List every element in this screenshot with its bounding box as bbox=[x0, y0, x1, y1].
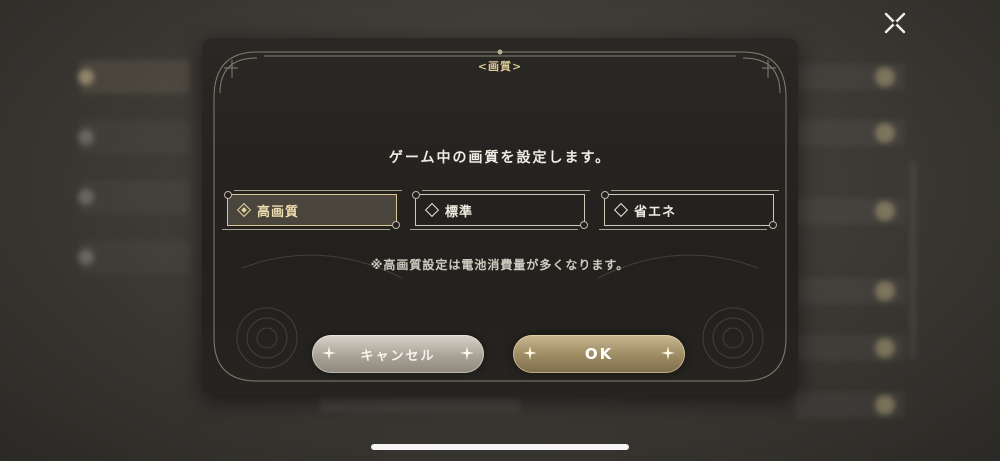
ok-button[interactable]: OK bbox=[513, 335, 685, 373]
bg-menu-item bbox=[78, 240, 190, 274]
sparkle-icon bbox=[460, 346, 474, 360]
home-indicator[interactable] bbox=[371, 444, 629, 450]
bg-setting-row bbox=[795, 120, 905, 146]
close-button[interactable] bbox=[880, 8, 910, 38]
dialog-message: ゲーム中の画質を設定します。 bbox=[388, 150, 612, 166]
diamond-radio-icon bbox=[613, 202, 629, 218]
option-label: 省エネ bbox=[634, 204, 677, 220]
bg-menu-item bbox=[78, 120, 190, 154]
sparkle-icon bbox=[661, 346, 675, 360]
dialog-title: <画質> bbox=[477, 60, 523, 73]
option-high-quality[interactable]: 高画質 bbox=[222, 190, 402, 230]
option-power-saving[interactable]: 省エネ bbox=[599, 190, 779, 230]
cancel-label: キャンセル bbox=[360, 348, 436, 364]
option-label: 標準 bbox=[445, 204, 474, 220]
bg-setting-row bbox=[795, 335, 905, 361]
bg-footer-text bbox=[320, 398, 520, 412]
sparkle-icon bbox=[523, 346, 537, 360]
diamond-radio-icon bbox=[424, 202, 440, 218]
cancel-button[interactable]: キャンセル bbox=[312, 335, 484, 373]
option-label: 高画質 bbox=[257, 204, 300, 220]
bg-setting-row bbox=[795, 198, 905, 224]
sparkle-icon bbox=[322, 346, 336, 360]
quality-options: 高画質 標準 省エネ bbox=[202, 190, 798, 230]
bg-menu-item bbox=[78, 60, 190, 94]
option-standard[interactable]: 標準 bbox=[410, 190, 590, 230]
bg-setting-row bbox=[795, 64, 905, 90]
bg-setting-row bbox=[795, 392, 905, 418]
bg-menu-item bbox=[78, 180, 190, 214]
close-icon bbox=[884, 12, 906, 34]
quality-dialog: <画質> ゲーム中の画質を設定します。 高画質 標準 省エネ ※高画質設定は電池… bbox=[202, 38, 798, 395]
diamond-radio-icon bbox=[236, 202, 252, 218]
bg-scrollbar bbox=[910, 160, 916, 360]
battery-note: ※高画質設定は電池消費量が多くなります。 bbox=[370, 258, 630, 272]
bg-setting-row bbox=[795, 278, 905, 304]
ok-label: OK bbox=[584, 345, 614, 363]
